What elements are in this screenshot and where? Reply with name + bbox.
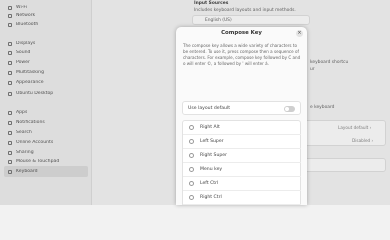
use-layout-default-label: Use layout default (188, 105, 230, 111)
compose-option-row[interactable]: Right Ctrl (183, 191, 301, 205)
use-layout-default-toggle[interactable] (284, 106, 295, 112)
dialog-description: The compose key allows a wide variety of… (183, 43, 301, 66)
compose-option-label: Menu key (200, 167, 223, 172)
compose-option-row[interactable]: Menu key (183, 163, 301, 177)
radio-button[interactable] (189, 195, 194, 200)
close-icon[interactable]: × (296, 30, 303, 37)
compose-key-options: Right Alt Left Super Right Super Menu key Le… (182, 120, 301, 205)
compose-option-row[interactable]: Left Super (183, 135, 301, 149)
compose-option-label: Right Alt (200, 125, 220, 130)
radio-button[interactable] (189, 167, 194, 172)
dialog-title: Compose Key (221, 30, 262, 36)
compose-option-label: Right Super (200, 153, 228, 158)
compose-key-dialog: Compose Key × The compose key allows a w… (176, 27, 307, 205)
compose-option-label: Left Super (200, 139, 224, 144)
use-layout-default-row[interactable]: Use layout default (182, 101, 301, 115)
radio-button[interactable] (189, 139, 194, 144)
compose-option-row[interactable]: Right Alt (183, 121, 301, 135)
radio-button[interactable] (189, 181, 194, 186)
toggle-knob (284, 106, 290, 112)
radio-button[interactable] (189, 153, 194, 158)
radio-button[interactable] (189, 125, 194, 130)
compose-option-label: Left Ctrl (200, 181, 219, 186)
compose-option-row[interactable]: Left Ctrl (183, 177, 301, 191)
compose-option-row[interactable]: Right Super (183, 149, 301, 163)
compose-option-label: Right Ctrl (200, 195, 222, 200)
